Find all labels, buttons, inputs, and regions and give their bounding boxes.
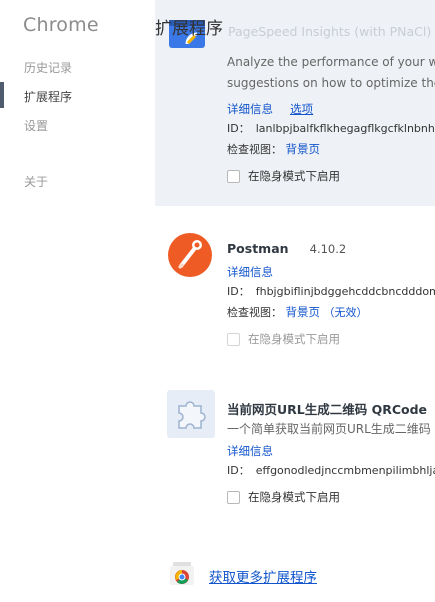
pagespeed-options-link[interactable]: 选项 [290, 102, 313, 116]
qrcode-description: 一个简单获取当前网页URL生成二维码 [227, 422, 431, 436]
sidebar: Chrome 历史记录 扩展程序 设置 关于 [0, 0, 155, 602]
id-label: ID： [227, 464, 250, 477]
sidebar-item-settings[interactable]: 设置 [24, 117, 48, 134]
pagespeed-id-value: lanlbpjbalfkflkhegagflkgcfklnbnh [255, 122, 435, 135]
pagespeed-incognito-row: 在隐身模式下启用 [227, 168, 435, 184]
extension-card-qrcode: 当前网页URL生成二维码 QRCode 一个简单获取当前网页URL生成二维码 详… [155, 385, 435, 525]
qrcode-id-value: effgonodledjnccmbmenpilimbhljah [255, 464, 435, 477]
qrcode-id-line: ID： effgonodledjnccmbmenpilimbhljah [227, 461, 435, 481]
postman-inspect-line: 检查视图： 背景页 （无效） [227, 302, 435, 323]
postman-id-line: ID： fhbjgbiflinjbdggehcddcbncdddom [227, 282, 435, 302]
incognito-label: 在隐身模式下启用 [248, 169, 340, 183]
active-nav-marker [0, 82, 4, 108]
pagespeed-description-line2: suggestions on how to optimize ther [227, 76, 435, 90]
sidebar-item-about[interactable]: 关于 [24, 173, 48, 190]
inspect-label: 检查视图： [227, 143, 282, 156]
sidebar-item-extensions[interactable]: 扩展程序 [24, 88, 72, 105]
pagespeed-incognito-checkbox[interactable] [227, 169, 240, 183]
pagespeed-description-line1: Analyze the performance of your we [227, 55, 435, 69]
postman-icon [167, 232, 213, 278]
get-more-extensions-link[interactable]: 获取更多扩展程序 [209, 566, 317, 586]
incognito-label: 在隐身模式下启用 [248, 490, 340, 504]
pagespeed-details-link[interactable]: 详细信息 [227, 102, 273, 116]
id-label: ID： [227, 285, 250, 298]
postman-version: 4.10.2 [309, 242, 347, 256]
qrcode-details-link[interactable]: 详细信息 [227, 444, 273, 458]
page-title: 扩展程序 [155, 19, 223, 39]
qrcode-incognito-row: 在隐身模式下启用 [227, 489, 435, 505]
pagespeed-background-page-link[interactable]: 背景页 [286, 142, 321, 156]
pagespeed-id-line: ID： lanlbpjbalfkflkhegagflkgcfklnbnh [227, 119, 435, 139]
pagespeed-links: 详细信息 选项 [227, 98, 435, 117]
postman-title-row: Postman 4.10.2 [227, 238, 435, 257]
postman-links: 详细信息 [227, 261, 435, 280]
pagespeed-inspect-line: 检查视图： 背景页 [227, 139, 435, 160]
id-label: ID： [227, 122, 250, 135]
postman-inactive-note: （无效） [323, 306, 368, 319]
incognito-label: 在隐身模式下启用 [248, 332, 340, 346]
inspect-label: 检查视图： [227, 306, 282, 319]
postman-name: Postman [227, 241, 289, 256]
chrome-web-store-icon [168, 560, 196, 586]
postman-details-link[interactable]: 详细信息 [227, 265, 273, 279]
sidebar-item-history[interactable]: 历史记录 [24, 59, 72, 76]
chrome-brand: Chrome [23, 14, 99, 36]
postman-incognito-checkbox[interactable] [227, 332, 240, 346]
postman-background-page-link[interactable]: 背景页 [286, 305, 321, 319]
qrcode-body: 当前网页URL生成二维码 QRCode 一个简单获取当前网页URL生成二维码 详… [227, 399, 435, 505]
extension-card-postman: Postman 4.10.2 详细信息 ID： fhbjgbiflinjbdgge… [155, 228, 435, 358]
postman-incognito-row: 在隐身模式下启用 [227, 331, 435, 347]
puzzle-piece-icon [167, 390, 215, 438]
pagespeed-body: Analyze the performance of your we sugge… [227, 52, 435, 184]
qrcode-links: 详细信息 [227, 440, 435, 459]
pagespeed-name-faded: PageSpeed Insights (with PNaCl) [228, 24, 432, 39]
qrcode-incognito-checkbox[interactable] [227, 490, 240, 504]
qrcode-name: 当前网页URL生成二维码 QRCode [227, 402, 428, 417]
postman-id-value: fhbjgbiflinjbdggehcddcbncdddom [255, 285, 435, 298]
postman-body: Postman 4.10.2 详细信息 ID： fhbjgbiflinjbdgge… [227, 238, 435, 347]
